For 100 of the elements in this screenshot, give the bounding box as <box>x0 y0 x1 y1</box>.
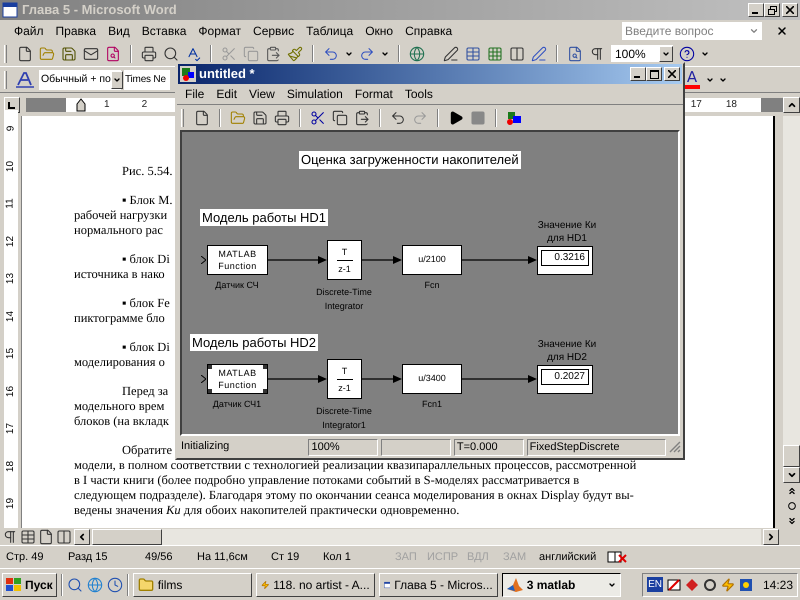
text-line: модельного врем <box>74 399 164 413</box>
ruler-number: 10 <box>4 160 17 172</box>
text-line: модели, в полном соответствии с технологией реализации квазипараллельных процессов, рассмотренной <box>74 458 636 472</box>
menu-item[interactable]: Правка <box>50 22 102 40</box>
status-field: Ст 19 <box>267 548 317 566</box>
taskbar-button[interactable]: Глава 5 - Micros... <box>378 572 498 596</box>
text-line: моделирования о <box>74 355 165 369</box>
text-line: в I части книги (более подробно управление потоками событий в S-моделях рассматривается в <box>74 473 580 487</box>
ruler-number: 16 <box>4 386 17 397</box>
function-block[interactable]: MATLAB Function <box>207 245 268 275</box>
status-field: T=0.000 <box>454 438 524 456</box>
display-label: для HD1 <box>547 232 587 245</box>
block-caption: Fcn1 <box>420 398 443 410</box>
ruler-number: 19 <box>4 498 17 510</box>
status-field: На 11,6см <box>193 548 265 566</box>
ruler-number: 9 <box>4 126 17 132</box>
text-line: ▪ блок Di <box>122 340 170 354</box>
ruler-number: 17 <box>690 98 702 112</box>
text-line: ▪ блок Di <box>122 252 170 266</box>
help-field[interactable]: Введите вопрос <box>622 22 762 40</box>
block-caption: Датчик СЧ1 <box>212 398 262 410</box>
font-color-button[interactable]: A <box>683 70 701 90</box>
ruler-number: 15 <box>4 348 17 360</box>
menu-item[interactable]: Вставка <box>136 22 192 40</box>
menu-item[interactable]: File <box>179 85 210 103</box>
menu-item[interactable]: Сервис <box>247 22 300 40</box>
ruler-number: 17 <box>4 423 17 434</box>
numerator-text: T <box>342 246 348 258</box>
text-line: пиктограмме бло <box>74 311 165 325</box>
diagram-title: Оценка загруженности накопителей <box>299 151 521 169</box>
clock: 14:23 <box>762 576 793 594</box>
ruler-number: 13 <box>4 273 17 284</box>
fcn-block[interactable]: u/2100 <box>402 245 462 275</box>
function-block[interactable]: MATLAB Function <box>207 364 268 394</box>
taskbar-button[interactable]: 118. no artist - A... <box>256 572 375 596</box>
status-field: FixedStepDiscrete <box>526 438 666 456</box>
menu-item[interactable]: Формат <box>192 22 248 40</box>
taskbar-button[interactable]: 3 matlab <box>502 572 621 596</box>
ruler-number: 11 <box>4 198 17 209</box>
start-button[interactable]: Пуск <box>2 572 57 596</box>
menu-item[interactable]: Файл <box>8 22 50 40</box>
text-line: ▪ блок Fe <box>122 296 170 310</box>
ruler-number: 14 <box>4 310 17 322</box>
text-line: следующем подразделе). Благодаря этому по окончании сеанса моделирования в окнах Display будут вы- <box>74 488 634 502</box>
ruler-number: 2 <box>142 98 148 112</box>
block-caption: Integrator <box>324 300 364 313</box>
denominator-text: z-1 <box>338 262 351 274</box>
menu-item[interactable]: Simulation <box>280 85 349 103</box>
language-indicator[interactable]: EN <box>647 577 663 592</box>
menu-item[interactable]: Таблица <box>300 22 360 40</box>
text-line: нормального рас <box>74 223 163 237</box>
window-title: untitled * <box>199 65 255 84</box>
ruler-number: 1 <box>104 98 110 112</box>
annotation-label: Модель работы HD1 <box>200 209 328 226</box>
display-label: Значение Ки <box>538 338 596 351</box>
menu-item[interactable]: Tools <box>398 85 439 103</box>
display-block[interactable]: 0.2027 <box>537 365 593 394</box>
text-line: ▪ Блок М. <box>122 193 172 207</box>
block-text: Function <box>218 379 257 391</box>
block-caption: Discrete-Time <box>316 286 372 299</box>
block-text: Function <box>218 260 257 272</box>
block-caption: Discrete-Time <box>316 405 372 418</box>
status-field: английский <box>535 548 605 566</box>
menu-item[interactable]: View <box>243 85 281 103</box>
menu-item[interactable]: Edit <box>210 85 244 103</box>
block-caption: Fcn <box>423 279 440 291</box>
ruler-number: 18 <box>4 460 17 472</box>
display-value: 0.2027 <box>541 369 589 385</box>
status-field: Initializing <box>179 438 306 456</box>
menu-item[interactable]: Format <box>348 85 399 103</box>
fcn-block[interactable]: u/3400 <box>402 364 462 394</box>
display-value: 0.3216 <box>541 250 589 266</box>
display-label: для HD2 <box>547 351 587 364</box>
window-title: Глава 5 - Microsoft Word <box>22 1 177 20</box>
text-line: рабочей нагрузки <box>74 208 168 222</box>
ruler-number: 12 <box>4 236 17 247</box>
denominator-text: z-1 <box>338 382 351 394</box>
status-field: 100% <box>308 438 378 456</box>
text-line: ведены значения Ки для обоих накопителей практически одновременно. <box>74 503 460 517</box>
zoom-combo[interactable]: 100% <box>611 45 673 63</box>
block-text: MATLAB <box>218 367 257 379</box>
display-label: Значение Ки <box>538 219 596 232</box>
annotation-label: Модель работы HD2 <box>190 334 318 351</box>
integrator-block[interactable]: T z-1 <box>327 240 362 280</box>
block-caption: Датчик СЧ <box>214 279 260 291</box>
integrator-block[interactable]: T z-1 <box>327 359 362 399</box>
text-line: источника в нако <box>74 267 165 281</box>
status-field: Кол 1 <box>319 548 389 566</box>
taskbar-button[interactable]: films <box>132 572 252 596</box>
status-field: 49/56 <box>141 548 191 566</box>
menu-item[interactable]: Окно <box>359 22 400 40</box>
text-line: блоков (на вкладк <box>74 414 169 428</box>
font-combo[interactable]: Times Ne <box>124 70 170 90</box>
numerator-text: T <box>342 364 348 376</box>
style-combo[interactable]: Обычный + по <box>39 70 121 90</box>
display-block[interactable]: 0.3216 <box>537 246 593 275</box>
block-text: MATLAB <box>218 248 257 260</box>
menu-item[interactable]: Справка <box>399 22 458 40</box>
block-caption: Integrator1 <box>322 419 366 432</box>
menu-item[interactable]: Вид <box>102 22 136 40</box>
